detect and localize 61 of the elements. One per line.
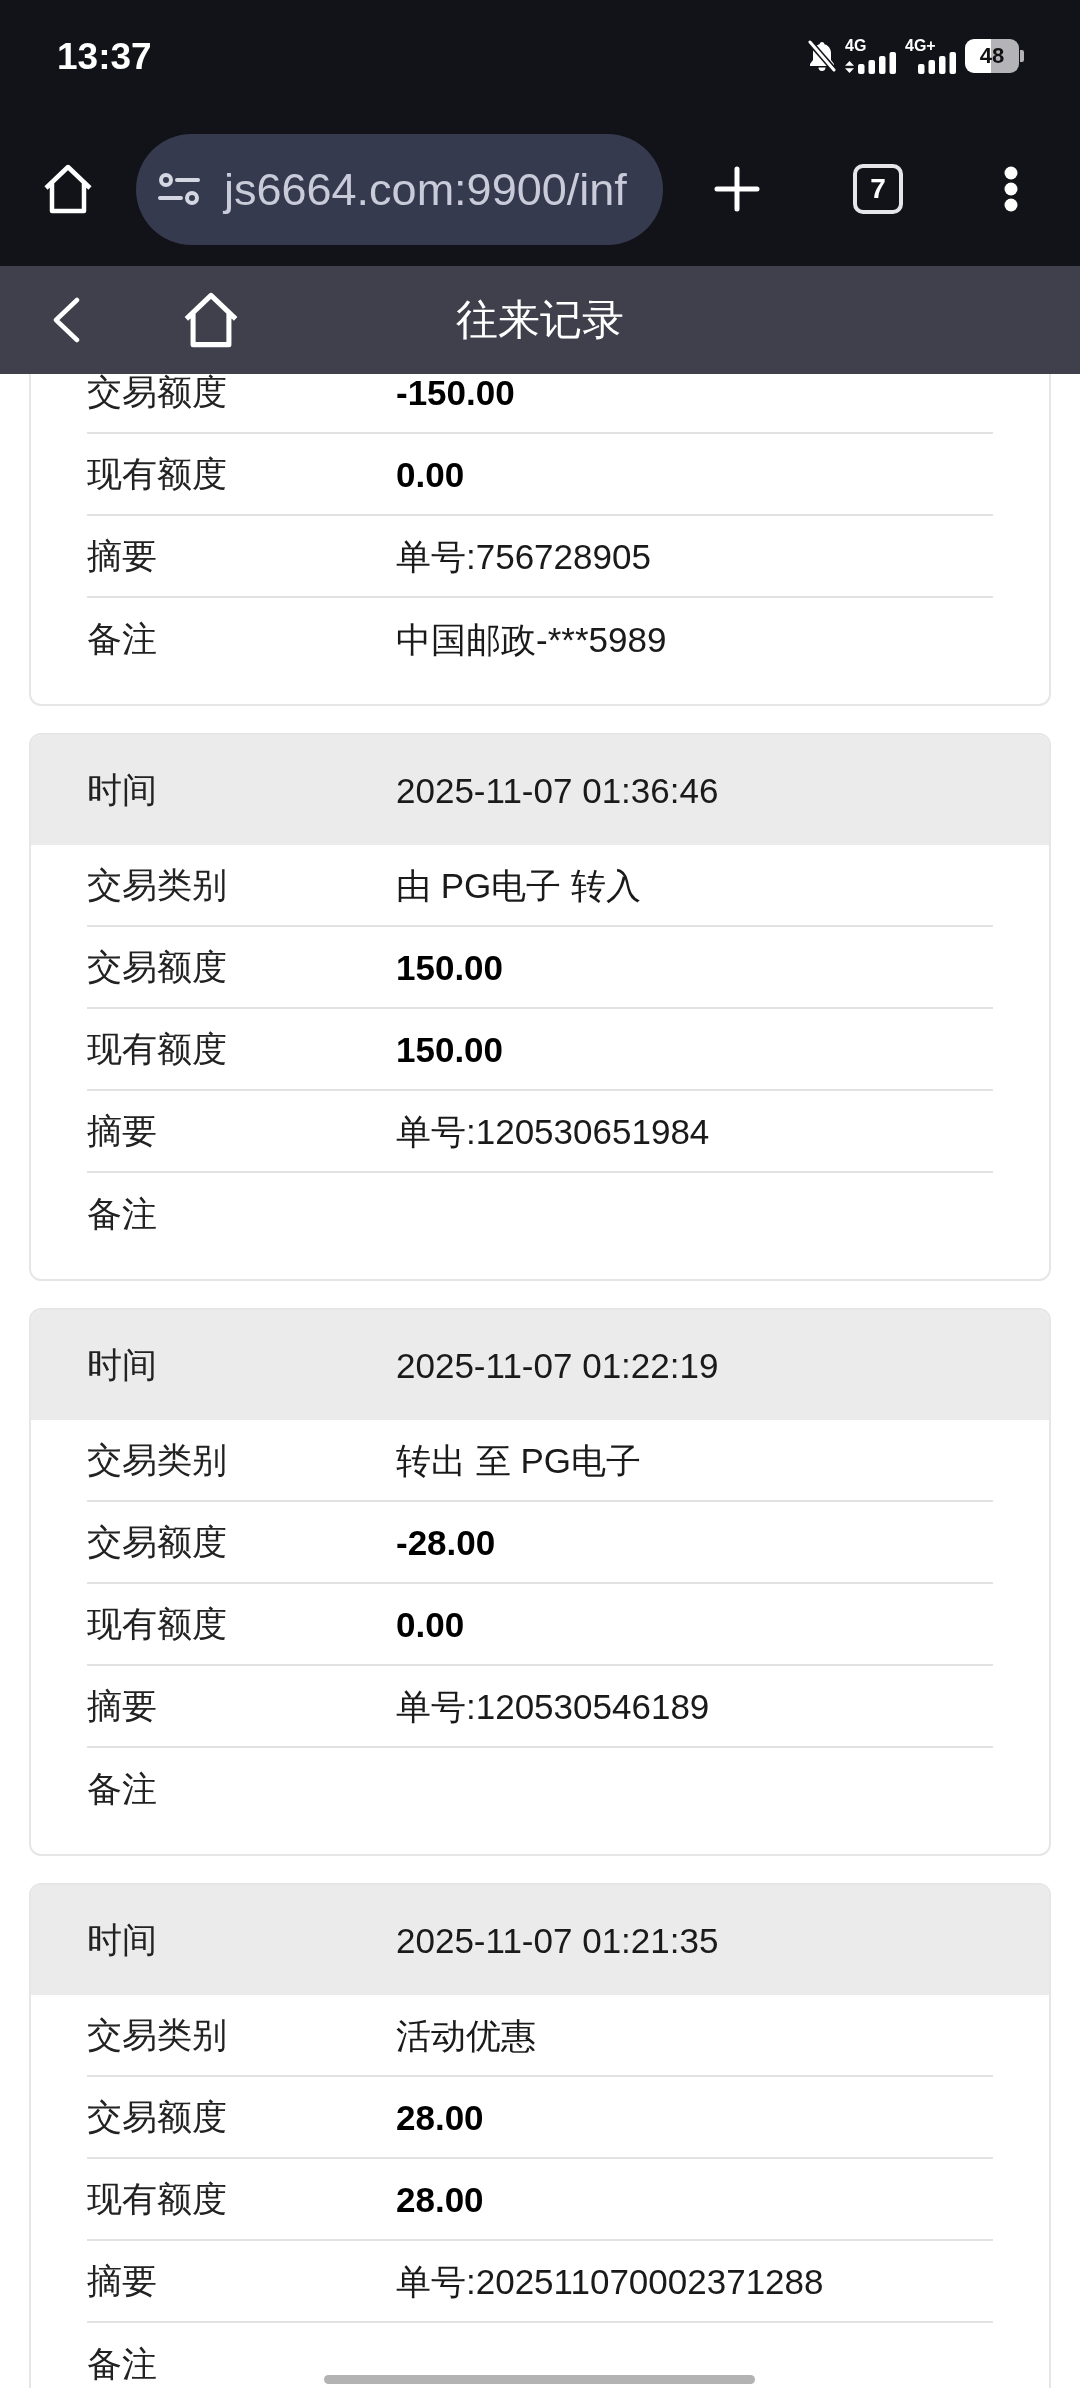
- field-label: 时间: [87, 1344, 157, 1384]
- plus-icon: [714, 166, 760, 212]
- more-vertical-icon: [1003, 166, 1019, 212]
- field-value: 由 PG电子 转入: [396, 867, 642, 903]
- field-label: 摘要: [87, 1110, 157, 1150]
- field-label: 备注: [87, 618, 157, 658]
- field-label: 现有额度: [87, 453, 227, 493]
- field-label: 交易额度: [87, 374, 227, 411]
- field-label: 现有额度: [87, 1603, 227, 1643]
- amount-value: -150.00: [396, 374, 515, 410]
- field-label: 备注: [87, 2343, 157, 2383]
- field-label: 时间: [87, 769, 157, 809]
- tab-count-button[interactable]: 7: [853, 164, 903, 214]
- signal-icon: [918, 51, 956, 74]
- field-label: 摘要: [87, 535, 157, 575]
- network-type-text: 4G+: [905, 38, 936, 52]
- house-icon: [43, 164, 93, 214]
- time-value: 2025-11-07 01:36:46: [396, 772, 719, 808]
- time-value: 2025-11-07 01:22:19: [396, 1347, 719, 1383]
- field-value: 单号:120530651984: [396, 1113, 710, 1149]
- field-label: 交易额度: [87, 2096, 227, 2136]
- amount-value: 0.00: [396, 456, 465, 492]
- field-value: 单号:756728905: [396, 538, 651, 574]
- home-button[interactable]: [43, 164, 93, 214]
- new-tab-button[interactable]: [714, 166, 760, 212]
- amount-value: 150.00: [396, 949, 504, 985]
- address-bar[interactable]: js6664.com:9900/inf: [136, 133, 663, 245]
- time-value: 2025-11-07 01:21:35: [396, 1922, 719, 1958]
- field-value: 转出 至 PG电子: [396, 1442, 642, 1478]
- field-label: 交易额度: [87, 1521, 227, 1561]
- field-label: 备注: [87, 1193, 157, 1233]
- amount-value: 28.00: [396, 2181, 484, 2217]
- field-value: 中国邮政-***5989: [396, 621, 667, 657]
- amount-value: -28.00: [396, 1524, 496, 1560]
- network-type-text: 4G: [845, 38, 867, 52]
- house-icon: [183, 292, 239, 348]
- home-button[interactable]: [183, 292, 239, 348]
- field-label: 现有额度: [87, 1028, 227, 1068]
- url-text: js6664.com:9900/inf: [224, 166, 627, 212]
- field-label: 交易类别: [87, 2014, 227, 2054]
- page-title: 往来记录: [456, 299, 624, 341]
- back-chevron-icon: [52, 297, 80, 343]
- field-label: 时间: [87, 1919, 157, 1959]
- field-value: 单号:120530546189: [396, 1688, 710, 1724]
- field-label: 摘要: [87, 2260, 157, 2300]
- field-label: 摘要: [87, 1685, 157, 1725]
- field-label: 交易额度: [87, 946, 227, 986]
- field-value: 单号:202511070002371288: [396, 2263, 824, 2299]
- field-value: 活动优惠: [396, 2017, 536, 2053]
- amount-value: 28.00: [396, 2099, 484, 2135]
- status-time: 13:37: [57, 37, 152, 75]
- field-label: 备注: [87, 1768, 157, 1808]
- signal-icon: [858, 51, 896, 74]
- amount-value: 0.00: [396, 1606, 465, 1642]
- amount-value: 150.00: [396, 1031, 504, 1067]
- site-settings-icon[interactable]: [158, 173, 200, 205]
- field-label: 交易类别: [87, 1439, 227, 1479]
- field-label: 现有额度: [87, 2178, 227, 2218]
- battery-indicator: 48: [965, 39, 1024, 73]
- field-label: 交易类别: [87, 864, 227, 904]
- menu-button[interactable]: [1003, 166, 1019, 212]
